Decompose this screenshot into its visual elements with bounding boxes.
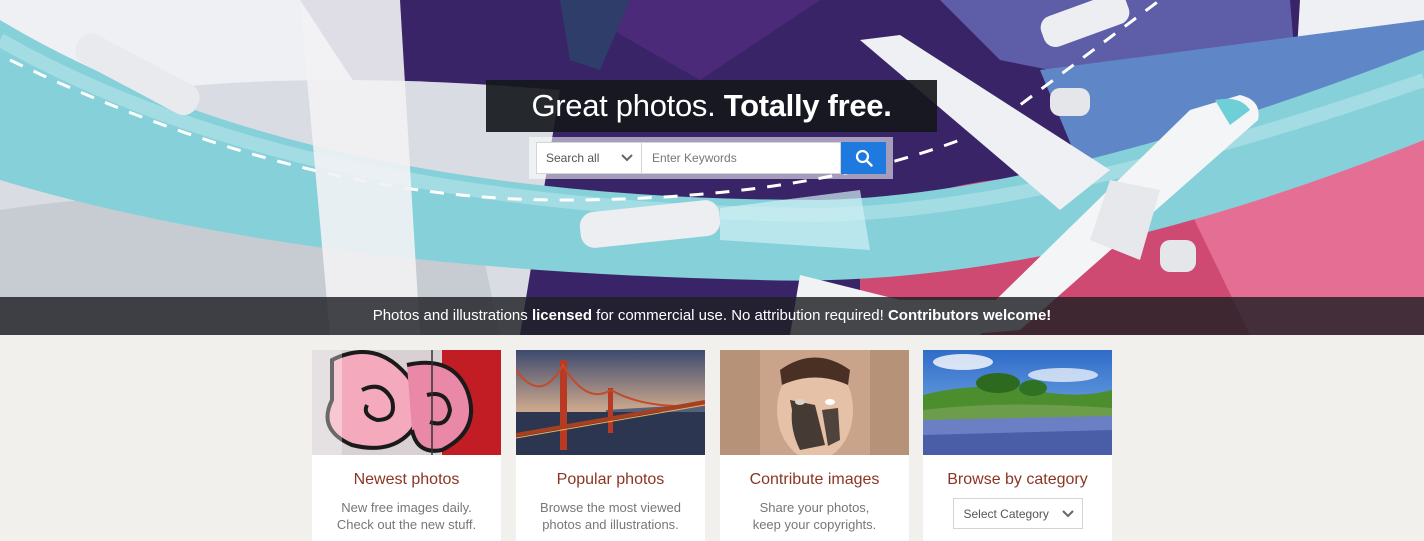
hero-headline: Great photos. Totally free. (486, 80, 937, 132)
card-desc-line: Check out the new stuff. (336, 517, 477, 532)
card-popular-photos[interactable]: Popular photos Browse the most viewed pho… (516, 350, 705, 541)
banner-text-2: for commercial use. No attribution requi… (591, 307, 888, 324)
banner-contributors-link[interactable]: Contributors welcome! (888, 307, 1051, 324)
category-select[interactable]: Select Category (952, 498, 1083, 529)
search-scope-label: Search all (546, 151, 600, 165)
chevron-down-icon (621, 154, 633, 162)
card-browse-by-category: Browse by category Select Category (923, 350, 1112, 541)
search-button[interactable] (841, 142, 886, 174)
card-desc-line: photos and illustrations. (542, 517, 679, 532)
card-title: Popular photos (556, 471, 665, 488)
newest-photos-thumbnail (312, 350, 501, 455)
card-contribute-images[interactable]: Contribute images Share your photos, keep… (720, 350, 909, 541)
popular-photos-thumbnail (516, 350, 705, 455)
card-desc-line: keep your copyrights. (752, 517, 877, 532)
banner-licensed: licensed (531, 307, 592, 324)
card-title: Newest photos (353, 471, 460, 488)
contribute-images-thumbnail (720, 350, 909, 455)
search-scope-select[interactable]: Search all (536, 142, 642, 174)
card-desc-line: Browse the most viewed (540, 500, 681, 515)
banner-text-1: Photos and illustrations (372, 307, 532, 324)
headline-regular: Great photos. (531, 88, 716, 123)
keyword-search-input[interactable] (642, 142, 841, 174)
card-description: Share your photos, keep your copyrights. (720, 499, 909, 533)
headline-bold: Totally free. (723, 88, 892, 123)
card-newest-photos[interactable]: Newest photos New free images daily. Chec… (312, 350, 501, 541)
license-banner: Photos and illustrations licensed for co… (0, 297, 1424, 335)
chevron-down-icon (1061, 509, 1074, 517)
card-title: Contribute images (749, 471, 880, 488)
browse-category-thumbnail (923, 350, 1112, 455)
search-icon (855, 149, 873, 167)
search-bar: Search all (529, 137, 893, 179)
card-description: Browse the most viewed photos and illustr… (516, 499, 705, 533)
card-title: Browse by category (947, 471, 1088, 488)
feature-cards: Newest photos New free images daily. Chec… (312, 350, 1112, 541)
category-select-label: Select Category (963, 506, 1049, 521)
card-description: New free images daily. Check out the new … (312, 499, 501, 533)
hero: Great photos. Totally free. Search all P… (0, 0, 1424, 335)
card-desc-line: New free images daily. (341, 500, 472, 515)
card-desc-line: Share your photos, (759, 500, 870, 515)
